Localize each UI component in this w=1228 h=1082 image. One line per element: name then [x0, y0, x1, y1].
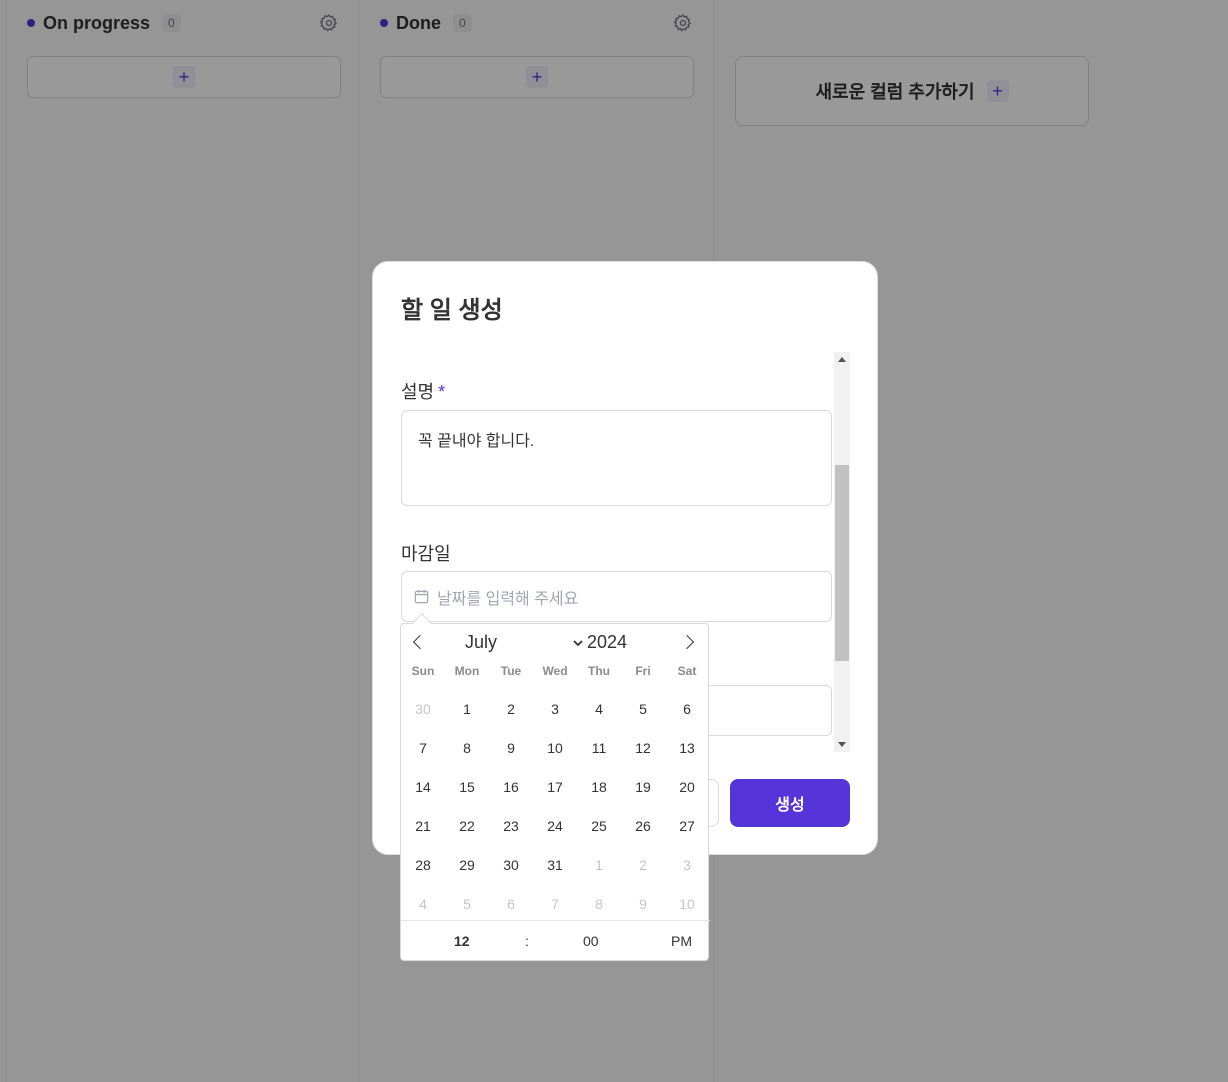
description-label: 설명 *: [401, 378, 445, 404]
day-cell[interactable]: 21: [401, 818, 445, 834]
day-cell[interactable]: 31: [533, 857, 577, 873]
ampm-toggle[interactable]: PM: [671, 933, 692, 949]
weekday-header: Sun Mon Tue Wed Thu Fri Sat: [401, 664, 710, 678]
day-cell[interactable]: 3: [533, 701, 577, 717]
required-mark: *: [438, 382, 446, 402]
day-cell[interactable]: 5: [621, 701, 665, 717]
day-cell[interactable]: 16: [489, 779, 533, 795]
day-cell[interactable]: 15: [445, 779, 489, 795]
outside-month-day[interactable]: 7: [533, 896, 577, 912]
day-cell[interactable]: 29: [445, 857, 489, 873]
month-select[interactable]: July: [465, 632, 583, 653]
minute-input[interactable]: 00: [583, 933, 599, 949]
day-cell[interactable]: 19: [621, 779, 665, 795]
time-separator: :: [525, 933, 529, 949]
day-cell[interactable]: 13: [665, 740, 709, 756]
weekday-label: Sat: [677, 664, 697, 678]
day-cell[interactable]: 12: [621, 740, 665, 756]
day-cell[interactable]: 9: [489, 740, 533, 756]
day-cell[interactable]: 14: [401, 779, 445, 795]
scroll-down-arrow-icon[interactable]: [838, 742, 846, 747]
outside-month-day[interactable]: 2: [621, 857, 665, 873]
outside-month-day[interactable]: 8: [577, 896, 621, 912]
outside-month-day[interactable]: 9: [621, 896, 665, 912]
day-cell[interactable]: 23: [489, 818, 533, 834]
week-row: 4 5 6 7 8 9 10: [401, 884, 710, 923]
description-textarea[interactable]: 꼭 끝내야 합니다.: [401, 410, 832, 506]
week-row: 14 15 16 17 18 19 20: [401, 767, 710, 806]
day-cell[interactable]: 22: [445, 818, 489, 834]
modal-title: 할 일 생성: [401, 297, 503, 324]
day-cell[interactable]: 10: [533, 740, 577, 756]
outside-month-day[interactable]: 4: [401, 896, 445, 912]
due-date-label: 마감일: [401, 544, 451, 564]
scroll-up-arrow-icon[interactable]: [838, 357, 846, 362]
day-cell[interactable]: 8: [445, 740, 489, 756]
day-cell[interactable]: 25: [577, 818, 621, 834]
day-cell[interactable]: 30: [489, 857, 533, 873]
day-cell[interactable]: 17: [533, 779, 577, 795]
chevron-right-icon[interactable]: [679, 634, 695, 650]
day-cell[interactable]: 28: [401, 857, 445, 873]
day-cell[interactable]: 18: [577, 779, 621, 795]
week-row: 7 8 9 10 11 12 13: [401, 728, 710, 767]
weekday-label: Fri: [635, 664, 651, 678]
week-row: 28 29 30 31 1 2 3: [401, 845, 710, 884]
modal-scrollbar[interactable]: [834, 352, 850, 752]
day-cell[interactable]: 6: [665, 701, 709, 717]
week-row: 21 22 23 24 25 26 27: [401, 806, 710, 845]
outside-month-day[interactable]: 10: [665, 896, 709, 912]
outside-month-day[interactable]: 1: [577, 857, 621, 873]
day-cell[interactable]: 11: [577, 740, 621, 756]
description-label-text: 설명: [401, 382, 435, 402]
chevron-down-icon: [573, 639, 583, 646]
year-input[interactable]: 2024: [587, 632, 627, 653]
day-cell[interactable]: 7: [401, 740, 445, 756]
create-button[interactable]: 생성: [730, 779, 850, 827]
due-date-placeholder: 날짜를 입력해 주세요: [437, 590, 579, 608]
day-cell[interactable]: 20: [665, 779, 709, 795]
outside-month-day[interactable]: 6: [489, 896, 533, 912]
day-cell[interactable]: 4: [577, 701, 621, 717]
scrollbar-thumb[interactable]: [835, 465, 849, 661]
weekday-label: Sun: [411, 664, 435, 678]
outside-month-day[interactable]: 5: [445, 896, 489, 912]
chevron-left-icon[interactable]: [412, 634, 428, 650]
day-cell[interactable]: 26: [621, 818, 665, 834]
due-date-input[interactable]: 날짜를 입력해 주세요: [401, 571, 832, 622]
weekday-label: Wed: [542, 664, 568, 678]
time-picker: 12 : 00 PM: [401, 920, 710, 961]
calendar-icon: [414, 589, 429, 604]
day-grid: 30 1 2 3 4 5 6 7 8 9 10 11 12 13 14 15 16 17 18 19 20 21 22 23 2…: [401, 689, 710, 923]
weekday-label: Mon: [454, 664, 480, 678]
day-cell[interactable]: 1: [445, 701, 489, 717]
day-cell[interactable]: 24: [533, 818, 577, 834]
date-picker-header: July 2024: [401, 632, 710, 658]
day-cell[interactable]: 27: [665, 818, 709, 834]
outside-month-day[interactable]: 3: [665, 857, 709, 873]
weekday-label: Tue: [500, 664, 522, 678]
day-cell[interactable]: 2: [489, 701, 533, 717]
date-picker-popup: July 2024 Sun Mon Tue Wed Thu Fri Sat 30 1 2 3 4 5 6…: [400, 613, 710, 961]
weekday-label: Thu: [588, 664, 610, 678]
hour-input[interactable]: 12: [454, 933, 470, 949]
month-value: July: [465, 632, 498, 652]
week-row: 30 1 2 3 4 5 6: [401, 689, 710, 728]
outside-month-day[interactable]: 30: [401, 701, 445, 717]
